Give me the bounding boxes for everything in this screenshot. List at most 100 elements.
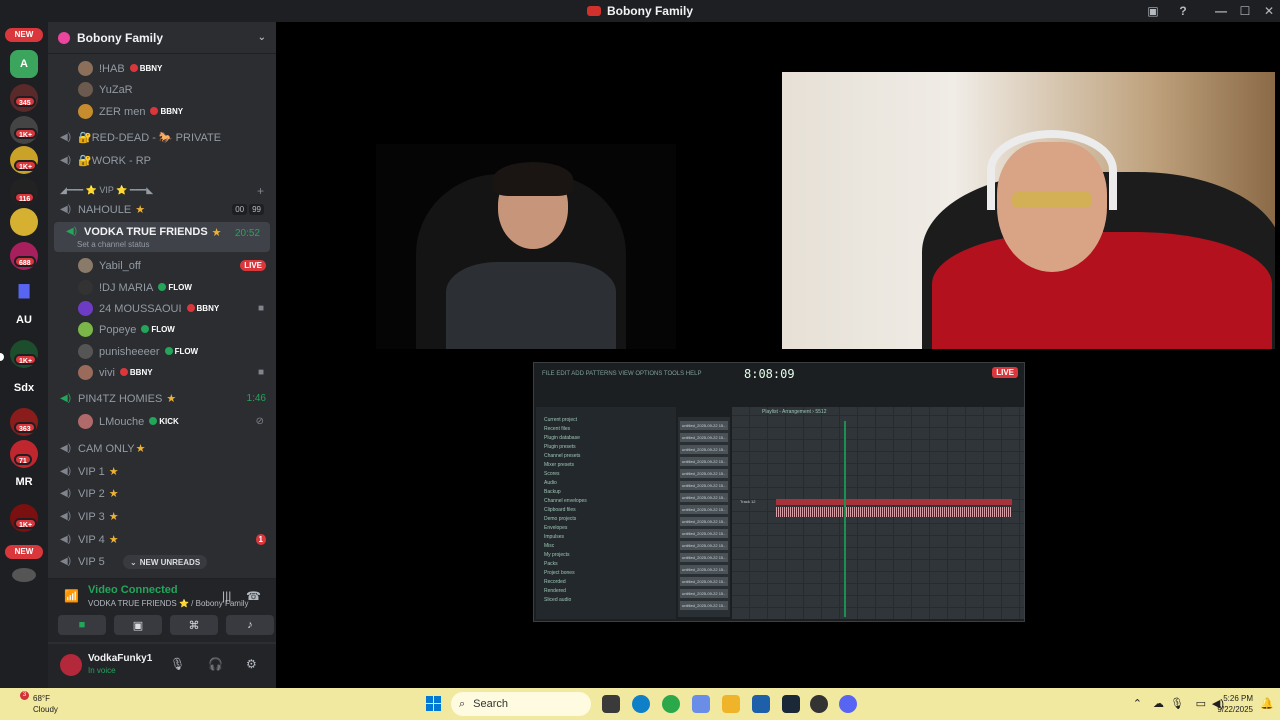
- task-view-icon[interactable]: [602, 695, 620, 713]
- fl-browser-item[interactable]: Plugin database: [544, 435, 580, 441]
- signal-icon[interactable]: 📶: [64, 589, 79, 603]
- display-icon[interactable]: ▭: [1196, 697, 1206, 710]
- camera-button[interactable]: ■: [58, 615, 106, 635]
- fl-browser-item[interactable]: Envelopes: [544, 525, 567, 531]
- fl-clip-item[interactable]: untitled_2025-09-22 15...: [680, 481, 728, 490]
- fl-clip-item[interactable]: untitled_2025-09-22 15...: [680, 517, 728, 526]
- fl-browser-item[interactable]: Mixer presets: [544, 462, 574, 468]
- fl-clip-item[interactable]: untitled_2025-09-22 15...: [680, 469, 728, 478]
- fl-browser-item[interactable]: Clipboard files: [544, 507, 576, 513]
- fl-clip-item[interactable]: untitled_2025-09-22 15...: [680, 565, 728, 574]
- fl-clip-item[interactable]: untitled_2025-09-22 15...: [680, 553, 728, 562]
- new-badge-top[interactable]: NEW: [5, 28, 43, 42]
- soundboard-button[interactable]: ♪: [226, 615, 274, 635]
- voice-status-title[interactable]: Video Connected: [88, 584, 178, 596]
- channel-red-dead[interactable]: ◀) 🔐RED-DEAD - 🐎 PRIVATE: [48, 127, 276, 148]
- fl-clip-item[interactable]: untitled_2025-09-22 15...: [680, 421, 728, 430]
- fl-clip-item[interactable]: untitled_2025-09-22 15...: [680, 445, 728, 454]
- fl-clip-item[interactable]: untitled_2025-09-22 15...: [680, 589, 728, 598]
- fl-browser-item[interactable]: Sliced audio: [544, 597, 571, 603]
- voice-member[interactable]: YuZaR: [48, 79, 276, 100]
- channel-vip-4[interactable]: ◀) VIP 4 ★ 1: [48, 529, 276, 550]
- chrome-icon[interactable]: [662, 695, 680, 713]
- microphone-icon[interactable]: 🎙: [1170, 697, 1184, 710]
- fl-browser-item[interactable]: Plugin presets: [544, 444, 576, 450]
- channel-vip-3[interactable]: ◀) VIP 3 ★: [48, 506, 276, 527]
- steam-icon[interactable]: [782, 695, 800, 713]
- voice-member[interactable]: !HAB BBNY: [48, 58, 276, 79]
- server-text-au[interactable]: AU: [10, 306, 38, 334]
- fl-clip-item[interactable]: untitled_2025-09-22 15...: [680, 433, 728, 442]
- server-icon-a[interactable]: A: [10, 50, 38, 78]
- guild-header[interactable]: Bobony Family ⌄: [48, 22, 276, 54]
- app-icon[interactable]: [810, 695, 828, 713]
- network-icon[interactable]: ☁: [1153, 697, 1164, 710]
- voice-member[interactable]: Yabil_off LIVE: [48, 255, 276, 276]
- video-tile-participant-2[interactable]: [782, 72, 1275, 349]
- channel-work[interactable]: ◀) 🔐WORK - RP: [48, 150, 276, 171]
- voice-member[interactable]: Popeye FLOW: [48, 319, 276, 340]
- fl-browser-item[interactable]: Recent files: [544, 426, 570, 432]
- voice-member[interactable]: ZER men BBNY: [48, 101, 276, 122]
- screen-share-button[interactable]: ▣: [114, 615, 162, 635]
- category-vip[interactable]: ◢━━━ ⭐ VIP ⭐ ━━━◣ +: [48, 180, 276, 201]
- help-icon[interactable]: ?: [1171, 0, 1195, 22]
- app-icon[interactable]: [692, 695, 710, 713]
- fl-browser-item[interactable]: Demo projects: [544, 516, 576, 522]
- channel-cam-only[interactable]: ◀) CAM ONLY ★: [48, 438, 276, 459]
- fl-clip-item[interactable]: untitled_2025-09-22 15...: [680, 529, 728, 538]
- noise-suppression-icon[interactable]: |||: [222, 589, 231, 603]
- channel-status[interactable]: Set a channel status: [77, 240, 150, 249]
- chevron-up-icon[interactable]: ⌃: [1133, 697, 1142, 710]
- clock[interactable]: 5:26 PM 9/22/2025: [1217, 693, 1253, 715]
- new-badge-bottom[interactable]: NEW: [5, 545, 43, 559]
- server-text-mr[interactable]: MR: [10, 468, 38, 496]
- close-button[interactable]: ✕: [1257, 0, 1280, 22]
- fl-browser-item[interactable]: Project bones: [544, 570, 575, 576]
- fl-clip-item[interactable]: untitled_2025-09-22 15...: [680, 493, 728, 502]
- notifications-icon[interactable]: 🔔: [1260, 697, 1274, 710]
- channel-nahoule[interactable]: ◀) NAHOULE ★ 00 99: [48, 199, 276, 220]
- server-icon[interactable]: [12, 568, 36, 582]
- fl-browser-item[interactable]: Rendered: [544, 588, 566, 594]
- fl-browser-item[interactable]: Current project: [544, 417, 577, 423]
- fl-browser-item[interactable]: Backup: [544, 489, 561, 495]
- disconnect-icon[interactable]: ☎: [246, 589, 261, 603]
- fl-browser-item[interactable]: Misc: [544, 543, 554, 549]
- fl-clip-item[interactable]: untitled_2025-09-22 15...: [680, 577, 728, 586]
- voice-member[interactable]: LMouche KICK ⊘: [48, 411, 276, 432]
- fl-browser-item[interactable]: Channel envelopes: [544, 498, 587, 504]
- fl-browser-item[interactable]: Audio: [544, 480, 557, 486]
- chevron-down-icon[interactable]: ⌄: [258, 32, 266, 43]
- screen-share-tile[interactable]: LIVE FILE EDIT ADD PATTERNS VIEW OPTIONS…: [533, 362, 1025, 622]
- store-icon[interactable]: [752, 695, 770, 713]
- channel-pin4tz-homies[interactable]: ◀) PIN4TZ HOMIES ★ 1:46: [48, 388, 276, 409]
- avatar[interactable]: [60, 654, 82, 676]
- add-channel-icon[interactable]: +: [257, 184, 264, 198]
- video-tile-participant-1[interactable]: [376, 144, 676, 349]
- fl-browser-item[interactable]: Scores: [544, 471, 560, 477]
- fl-clip-item[interactable]: untitled_2025-09-22 15...: [680, 457, 728, 466]
- weather-widget[interactable]: 68°F Cloudy: [33, 693, 58, 715]
- channel-vodka-true-friends[interactable]: ◀) VODKA TRUE FRIENDS ★ 20:52 Set a chan…: [54, 222, 270, 252]
- channel-vip-1[interactable]: ◀) VIP 1 ★: [48, 461, 276, 482]
- voice-member[interactable]: vivi BBNY ■: [48, 362, 276, 383]
- headphones-icon[interactable]: 🎧: [208, 657, 223, 671]
- new-unreads-button[interactable]: ⌄ NEW UNREADS: [123, 555, 208, 569]
- discord-icon[interactable]: [839, 695, 857, 713]
- channel-vip-2[interactable]: ◀) VIP 2 ★: [48, 483, 276, 504]
- fl-browser-item[interactable]: My projects: [544, 552, 570, 558]
- fl-browser-item[interactable]: Packs: [544, 561, 558, 567]
- edge-icon[interactable]: [632, 695, 650, 713]
- voice-member[interactable]: !DJ MARIA FLOW: [48, 277, 276, 298]
- microphone-icon[interactable]: 🎙: [170, 657, 185, 671]
- server-text-sdx[interactable]: Sdx: [10, 374, 38, 402]
- fl-clip-item[interactable]: untitled_2025-09-22 15...: [680, 541, 728, 550]
- maximize-button[interactable]: ☐: [1233, 0, 1257, 22]
- file-explorer-icon[interactable]: [722, 695, 740, 713]
- fl-browser-item[interactable]: Impulses: [544, 534, 564, 540]
- start-button[interactable]: [426, 696, 442, 712]
- fl-clip-item[interactable]: untitled_2025-09-22 15...: [680, 505, 728, 514]
- taskbar-search[interactable]: ⌕ Search: [451, 692, 591, 716]
- voice-member[interactable]: punisheeeer FLOW: [48, 341, 276, 362]
